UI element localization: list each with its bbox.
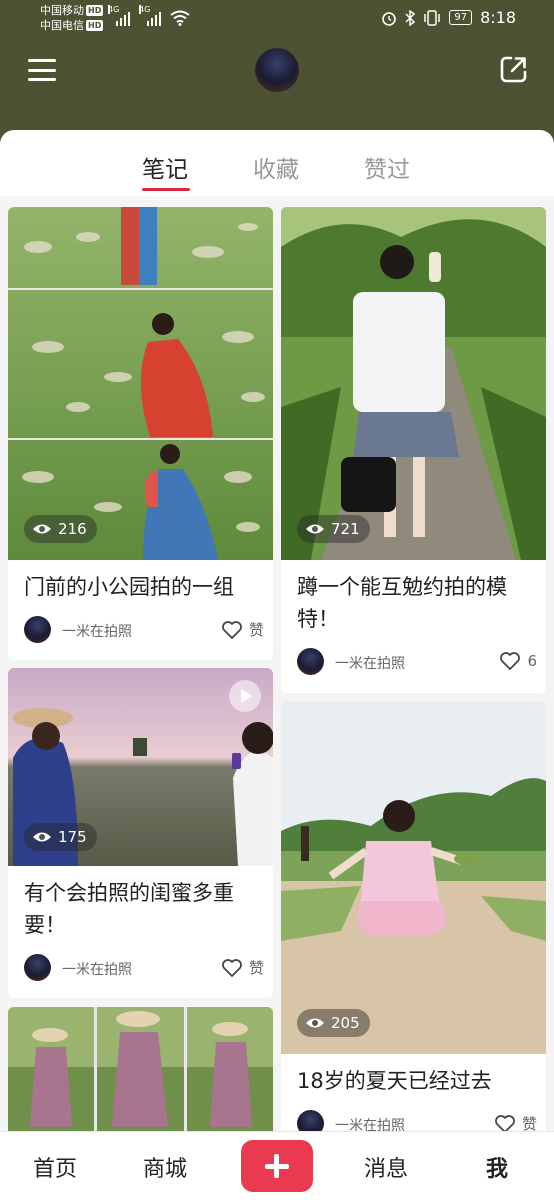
notes-feed[interactable]: 216 门前的小公园拍的一组 一米在拍照 赞 721 蹲一个能互勉约拍的模特！ … [0, 199, 554, 1200]
note-title[interactable]: 门前的小公园拍的一组 [24, 571, 264, 603]
tab-active-indicator [142, 188, 190, 191]
like-count: 6 [527, 652, 537, 670]
carrier-1: 中国移动 [40, 4, 84, 17]
profile-header [0, 36, 554, 106]
note-title[interactable]: 蹲一个能互勉约拍的模特！ [297, 571, 537, 635]
author-avatar[interactable] [24, 954, 51, 981]
eye-icon [306, 524, 324, 534]
author-avatar[interactable] [24, 616, 51, 643]
note-title[interactable]: 有个会拍照的闺蜜多重要！ [24, 877, 264, 941]
bluetooth-icon [405, 9, 416, 26]
nav-mall[interactable]: 商城 [143, 1151, 187, 1183]
wifi-icon [170, 10, 190, 26]
view-count: 721 [331, 520, 360, 538]
note-card[interactable]: 175 有个会拍照的闺蜜多重要！ 一米在拍照 赞 [8, 668, 273, 998]
note-card[interactable]: 721 蹲一个能互勉约拍的模特！ 一米在拍照 6 [281, 207, 546, 693]
view-count-badge: 216 [24, 515, 97, 543]
profile-content: 笔记 收藏 赞过 216 门前的小公园拍的一组 一米在拍照 赞 721 蹲一个能… [0, 130, 554, 1200]
hd-badge: HD [86, 5, 104, 16]
signal-icon: 4G [139, 5, 161, 26]
note-meta: 一米在拍照 赞 [24, 953, 264, 983]
nav-home[interactable]: 首页 [33, 1151, 77, 1183]
eye-icon [33, 832, 51, 842]
alarm-icon [382, 11, 397, 26]
note-card[interactable]: 216 门前的小公园拍的一组 一米在拍照 赞 [8, 207, 273, 660]
heart-icon [222, 958, 242, 977]
view-count-badge: 175 [24, 823, 97, 851]
note-photo[interactable] [281, 207, 546, 560]
nav-messages[interactable]: 消息 [364, 1151, 408, 1183]
note-card[interactable]: 205 18岁的夏天已经过去 一米在拍照 赞 [281, 701, 546, 1200]
author-name[interactable]: 一米在拍照 [62, 959, 132, 979]
like-button[interactable]: 6 [499, 651, 537, 671]
tab-bar: 笔记 收藏 赞过 [0, 130, 554, 198]
profile-avatar[interactable] [255, 48, 299, 92]
view-count: 175 [58, 828, 87, 846]
view-count-badge: 721 [297, 515, 370, 543]
nav-me[interactable]: 我 [486, 1151, 508, 1183]
like-button[interactable]: 赞 [221, 957, 264, 978]
author-avatar[interactable] [297, 648, 324, 675]
like-count: 赞 [248, 959, 264, 977]
view-count: 205 [331, 1014, 360, 1032]
heart-icon [222, 620, 242, 639]
like-count: 赞 [248, 621, 264, 639]
share-icon[interactable] [499, 55, 528, 84]
carrier-info: 中国移动 HD 中国电信 HD [40, 3, 104, 33]
bottom-nav: 首页 商城 消息 我 [0, 1131, 554, 1200]
eye-icon [306, 1018, 324, 1028]
tab-favorites[interactable]: 收藏 [253, 150, 299, 184]
note-title[interactable]: 18岁的夏天已经过去 [297, 1065, 537, 1097]
hd-badge: HD [86, 20, 104, 31]
author-name[interactable]: 一米在拍照 [62, 621, 132, 641]
note-meta: 一米在拍照 赞 [24, 615, 264, 645]
heart-icon [500, 652, 521, 670]
video-play-icon [229, 680, 261, 712]
vibrate-icon [424, 9, 441, 26]
note-photo[interactable] [281, 701, 546, 1054]
eye-icon [33, 524, 51, 534]
note-meta: 一米在拍照 6 [297, 647, 537, 677]
tab-liked[interactable]: 赞过 [364, 150, 410, 184]
battery-icon: 97 [449, 10, 473, 25]
status-icons: 97 8:18 [381, 8, 516, 27]
note-photo[interactable] [8, 207, 273, 560]
carrier-2: 中国电信 [40, 19, 84, 32]
add-post-button[interactable] [241, 1140, 313, 1192]
view-count: 216 [58, 520, 87, 538]
menu-icon[interactable] [28, 59, 56, 81]
status-bar: 中国移动 HD 中国电信 HD 4G 4G 97 8:18 [0, 0, 554, 36]
author-name[interactable]: 一米在拍照 [335, 653, 405, 673]
clock: 8:18 [480, 8, 516, 27]
signal-icon: 4G [108, 5, 130, 26]
tab-notes[interactable]: 笔记 [142, 150, 188, 184]
network-type: 4G [108, 5, 120, 14]
network-type: 4G [139, 5, 151, 14]
view-count-badge: 205 [297, 1009, 370, 1037]
like-button[interactable]: 赞 [221, 619, 264, 640]
